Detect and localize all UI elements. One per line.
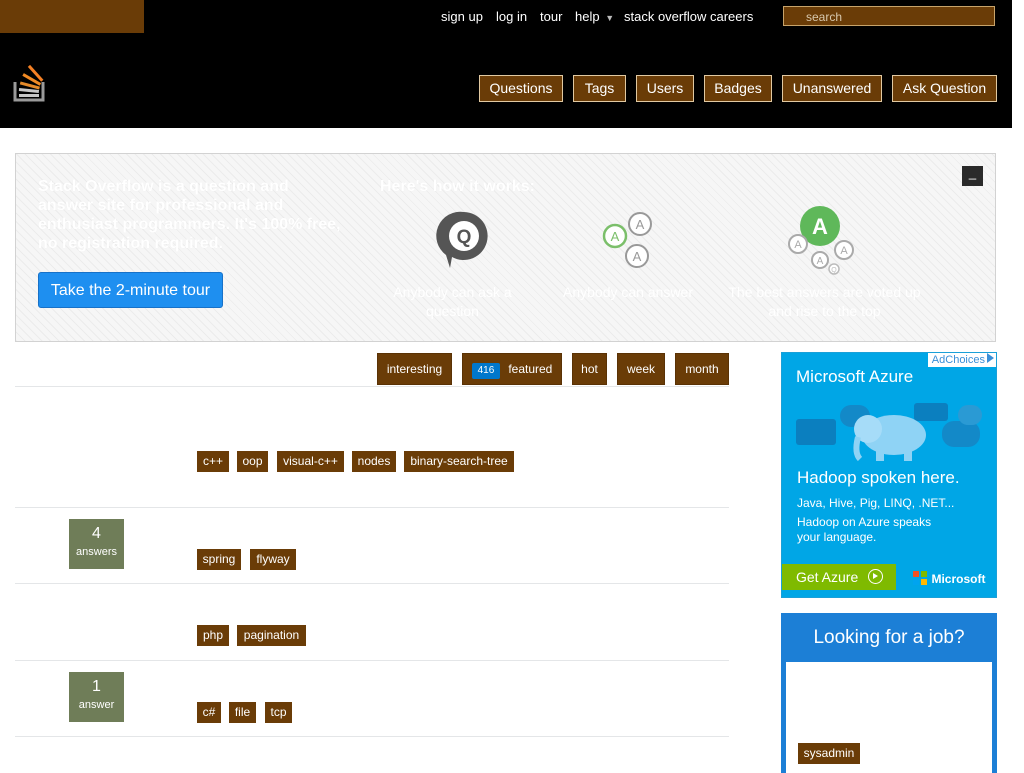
tag[interactable]: flyway bbox=[250, 549, 296, 570]
tag[interactable]: visual-c++ bbox=[277, 451, 344, 472]
get-azure-label: Get Azure bbox=[796, 569, 859, 585]
take-tour-button[interactable]: Take the 2-minute tour bbox=[38, 272, 223, 308]
tag[interactable]: file bbox=[229, 702, 256, 723]
tour-link[interactable]: tour bbox=[540, 9, 562, 24]
how-it-works-heading: Here's how it works: bbox=[380, 178, 535, 195]
adchoices-badge[interactable]: AdChoices bbox=[927, 353, 996, 367]
close-banner-button[interactable]: _ bbox=[962, 166, 983, 186]
nav-badges-button[interactable]: Badges bbox=[704, 75, 772, 102]
tab-month[interactable]: month bbox=[675, 353, 729, 385]
feature-best-answers-text: The best answers are voted up and rise t… bbox=[728, 284, 921, 319]
help-link-label: help bbox=[575, 9, 600, 24]
nav-users-button[interactable]: Users bbox=[636, 75, 694, 102]
question-row[interactable] bbox=[15, 387, 729, 507]
tab-featured-label: featured bbox=[508, 362, 553, 376]
answer-bubbles-icon: A A A bbox=[602, 212, 652, 268]
azure-ad[interactable]: AdChoices Microsoft Azure Hadoop spoken … bbox=[781, 352, 997, 598]
tag[interactable]: spring bbox=[197, 549, 241, 570]
tab-week[interactable]: week bbox=[617, 353, 665, 385]
answer-count: 1 bbox=[92, 678, 101, 695]
job-box: Looking for a job? sysadmin bbox=[781, 613, 997, 773]
ad-line-3: your language. bbox=[797, 530, 877, 544]
nav-tags-button[interactable]: Tags bbox=[573, 75, 626, 102]
tag[interactable]: nodes bbox=[352, 451, 396, 472]
tag[interactable]: tcp bbox=[265, 702, 292, 723]
svg-text:A: A bbox=[817, 256, 824, 267]
svg-text:Q: Q bbox=[831, 267, 837, 274]
svg-text:A: A bbox=[840, 245, 848, 257]
svg-text:A: A bbox=[636, 217, 645, 232]
feature-ask-text: Anybody can ask a question bbox=[393, 284, 512, 319]
ad-headline: Hadoop spoken here. bbox=[797, 468, 960, 487]
answer-count-badge: 4 answers bbox=[69, 519, 124, 569]
microsoft-logo-text: Microsoft bbox=[931, 572, 986, 586]
adchoices-icon bbox=[987, 353, 994, 363]
svg-text:A: A bbox=[812, 214, 828, 239]
adchoices-label: AdChoices bbox=[931, 354, 985, 366]
ad-brand: Microsoft Azure bbox=[796, 367, 914, 386]
job-listing-panel: sysadmin bbox=[786, 662, 992, 773]
svg-text:Q: Q bbox=[457, 227, 472, 248]
tag[interactable]: php bbox=[197, 625, 229, 646]
help-menu-link[interactable]: help ▼ bbox=[575, 9, 614, 24]
tag[interactable]: c++ bbox=[197, 451, 229, 472]
tab-hot[interactable]: hot bbox=[572, 353, 607, 385]
svg-text:A: A bbox=[794, 239, 802, 251]
tab-interesting[interactable]: interesting bbox=[377, 353, 452, 385]
arrow-right-icon bbox=[868, 569, 884, 584]
svg-text:A: A bbox=[611, 229, 620, 244]
search-input[interactable] bbox=[783, 6, 995, 26]
chevron-down-icon: ▼ bbox=[605, 13, 615, 23]
nav-ask-question-button[interactable]: Ask Question bbox=[892, 75, 997, 102]
tag[interactable]: pagination bbox=[237, 625, 306, 646]
ad-line-2: Hadoop on Azure speaks bbox=[797, 515, 932, 529]
nav-questions-button[interactable]: Questions bbox=[479, 75, 563, 102]
tag[interactable]: binary-search-tree bbox=[404, 451, 514, 472]
elephant-chat-icon bbox=[796, 403, 982, 462]
answer-count-label: answer bbox=[78, 699, 115, 711]
question-row[interactable] bbox=[15, 584, 729, 660]
feature-answer-text: Anybody can answer bbox=[563, 284, 693, 300]
top-left-accent-strip bbox=[0, 0, 144, 33]
welcome-intro-text: Stack Overflow is a question and answer … bbox=[38, 178, 341, 252]
log-in-link[interactable]: log in bbox=[496, 9, 527, 24]
sign-up-link[interactable]: sign up bbox=[441, 9, 483, 24]
featured-count-badge: 416 bbox=[471, 363, 501, 379]
job-box-title: Looking for a job? bbox=[813, 627, 965, 648]
microsoft-logo: Microsoft bbox=[913, 570, 985, 588]
ask-question-icon: Q bbox=[436, 211, 488, 268]
stack-overflow-logo-icon[interactable] bbox=[12, 60, 48, 104]
list-divider bbox=[15, 736, 729, 737]
svg-text:A: A bbox=[633, 249, 642, 264]
best-answer-icon: A A A A Q bbox=[788, 206, 854, 275]
answer-count-badge: 1 answer bbox=[69, 672, 124, 722]
tag[interactable]: c# bbox=[197, 702, 221, 723]
nav-unanswered-button[interactable]: Unanswered bbox=[782, 75, 882, 102]
careers-link[interactable]: stack overflow careers bbox=[624, 9, 753, 24]
answer-count: 4 bbox=[92, 525, 101, 542]
microsoft-logo-icon bbox=[913, 571, 927, 585]
ad-line-1: Java, Hive, Pig, LINQ, .NET... bbox=[797, 496, 955, 510]
get-azure-button[interactable]: Get Azure bbox=[782, 564, 896, 590]
tag[interactable]: sysadmin bbox=[798, 743, 860, 764]
answer-count-label: answers bbox=[76, 546, 117, 558]
tab-featured[interactable]: 416 featured bbox=[462, 353, 562, 385]
tag[interactable]: oop bbox=[237, 451, 268, 472]
